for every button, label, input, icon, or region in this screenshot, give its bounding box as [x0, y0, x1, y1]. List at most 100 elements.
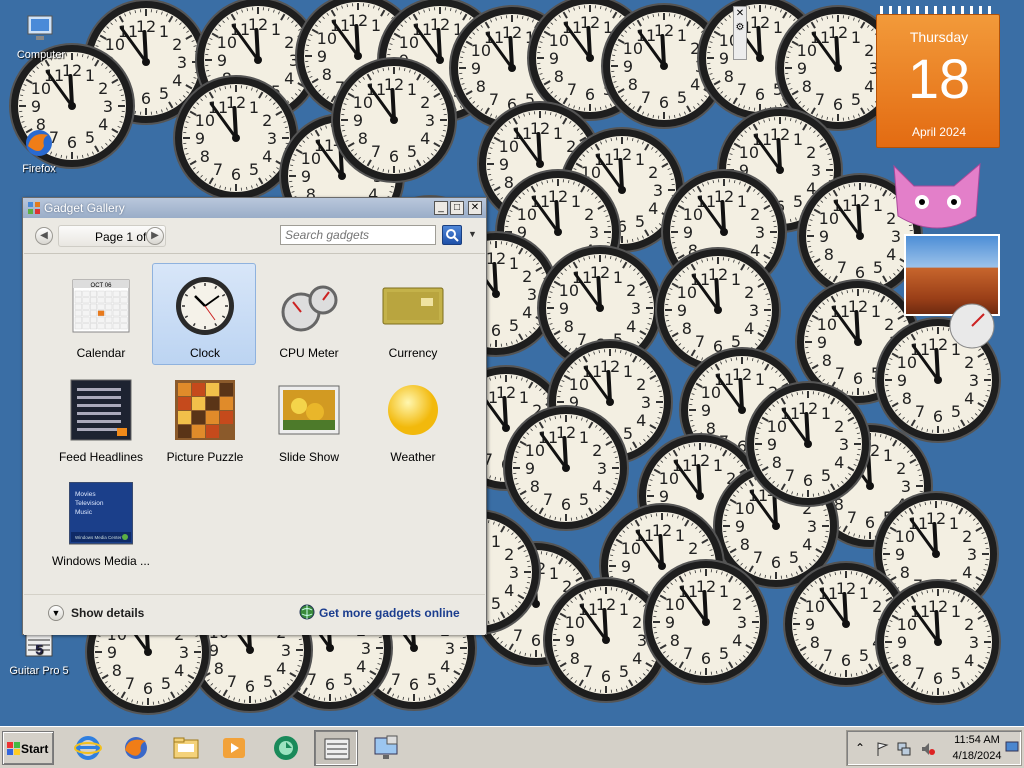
monster-gadget[interactable] [884, 156, 990, 236]
clock-gadget[interactable]: 121234567891011 [875, 579, 1001, 705]
maximize-button[interactable]: □ [450, 201, 464, 215]
svg-text:7: 7 [567, 80, 577, 99]
svg-text:7: 7 [371, 142, 381, 161]
svg-text:7: 7 [915, 664, 925, 683]
network-icon[interactable] [897, 741, 911, 757]
gadget-tile[interactable]: OCT 06 Calendar [48, 263, 152, 365]
svg-text:9: 9 [819, 227, 829, 246]
chevron-right-icon: ▶ [151, 230, 159, 241]
gadget-tile[interactable]: Clock [152, 263, 256, 365]
svg-text:1: 1 [371, 16, 381, 35]
media-caption: Windows Media Center [75, 535, 122, 540]
previous-page-button[interactable]: ◀ [35, 227, 53, 245]
taskbar-button[interactable] [212, 730, 256, 766]
svg-text:3: 3 [103, 97, 113, 116]
svg-text:4: 4 [356, 657, 366, 676]
gadget-gallery-window: Gadget Gallery _ □ ✕ Page 1 of 1 ◀ ▶ ▼ O… [22, 197, 487, 635]
computer-icon [27, 15, 53, 40]
svg-text:6: 6 [601, 667, 611, 686]
search-button[interactable] [442, 225, 462, 245]
svg-text:2: 2 [872, 597, 882, 616]
svg-text:5: 5 [509, 316, 519, 335]
calendar-gadget[interactable]: Thursday 18 April 2024 [876, 6, 1000, 148]
cpu-meter-gadget[interactable] [944, 298, 1000, 350]
gadget-tile[interactable]: Picture Puzzle [152, 367, 256, 469]
svg-text:5: 5 [35, 641, 43, 657]
svg-text:1: 1 [949, 514, 959, 533]
svg-text:2: 2 [962, 527, 972, 546]
gallery-footer: ▼ Show details Get more gadgets online [24, 594, 485, 635]
clock-gadget[interactable]: 121234567891011 [745, 381, 871, 507]
svg-text:8: 8 [628, 75, 638, 94]
svg-text:4: 4 [262, 147, 272, 166]
svg-text:9: 9 [549, 49, 559, 68]
clock-gadget[interactable]: 121234567891011 [503, 405, 629, 531]
desktop-icon-guitar-pro[interactable]: 5 Guitar Pro 5 [4, 628, 74, 677]
gadget-tile[interactable]: Feed Headlines [48, 367, 152, 469]
gadget-tile[interactable]: CPU Meter [256, 263, 360, 365]
close-icon[interactable]: ✕ [734, 7, 746, 21]
search-options-chevron-down-icon[interactable]: ▼ [468, 229, 477, 239]
svg-text:4: 4 [172, 71, 182, 90]
desktop-icon-firefox[interactable]: Firefox [4, 126, 74, 175]
search-input[interactable] [280, 225, 436, 245]
start-button[interactable]: Start [2, 731, 54, 765]
taskbar-button[interactable] [314, 730, 358, 766]
svg-text:2: 2 [262, 111, 272, 130]
show-details-button[interactable]: ▼ [48, 605, 64, 621]
svg-text:9: 9 [301, 167, 311, 186]
desktop-icon-computer[interactable]: Computer [6, 12, 76, 61]
chevron-up-icon[interactable]: ⌃ [855, 741, 869, 757]
svg-text:2: 2 [632, 613, 642, 632]
svg-text:3: 3 [281, 641, 291, 660]
gadget-name: Feed Headlines [58, 450, 144, 464]
show-details-label[interactable]: Show details [71, 606, 144, 620]
gadget-name: Slide Show [278, 450, 340, 464]
title-bar[interactable]: Gadget Gallery _ □ ✕ [23, 198, 486, 218]
wrench-icon[interactable]: ⚙ [734, 21, 746, 35]
close-button[interactable]: ✕ [468, 201, 482, 215]
svg-text:2: 2 [750, 205, 760, 224]
next-page-button[interactable]: ▶ [146, 227, 164, 245]
slide-show-icon [277, 378, 341, 442]
gadget-tile[interactable]: Weather [360, 367, 464, 469]
taskbar-button[interactable] [264, 730, 308, 766]
svg-text:6: 6 [245, 677, 255, 696]
svg-text:7: 7 [695, 332, 705, 351]
gallery-icon [28, 202, 40, 214]
system-tray: ⌃ 11:54 AM 4/18/2024 [846, 730, 1022, 766]
svg-text:4: 4 [174, 661, 184, 680]
clock-gadget[interactable]: 121234567891011 [643, 559, 769, 685]
svg-text:8: 8 [824, 245, 834, 264]
get-more-gadgets-link[interactable]: Get more gadgets online [319, 606, 460, 620]
gadget-tile[interactable]: Slide Show [256, 367, 360, 469]
volume-muted-icon[interactable] [921, 741, 935, 757]
chevron-down-icon: ▼ [51, 608, 61, 618]
svg-text:4: 4 [276, 659, 286, 678]
svg-text:7: 7 [785, 466, 795, 485]
svg-text:9: 9 [701, 401, 711, 420]
minimize-button[interactable]: _ [434, 201, 448, 215]
svg-text:5: 5 [161, 674, 171, 693]
chevron-left-icon: ◀ [40, 230, 48, 241]
taskbar-button[interactable] [364, 730, 408, 766]
svg-text:9: 9 [683, 223, 693, 242]
flag-icon[interactable] [875, 741, 889, 757]
taskbar-button[interactable] [164, 730, 208, 766]
clock-gadget[interactable]: 121234567891011 [331, 57, 457, 183]
svg-text:9: 9 [107, 643, 117, 662]
desktop: 1212345678910111212345678910111212345678… [0, 0, 1024, 726]
gadget-tile[interactable]: Currency [360, 263, 464, 365]
show-desktop-icon[interactable] [1005, 739, 1019, 755]
svg-text:9: 9 [665, 613, 675, 632]
clock-date[interactable]: 4/18/2024 [949, 750, 1005, 762]
globe-icon [299, 604, 315, 620]
svg-text:5: 5 [619, 662, 629, 681]
taskbar-button[interactable] [114, 730, 158, 766]
svg-text:1: 1 [713, 456, 723, 475]
clock-time[interactable]: 11:54 AM [951, 734, 1003, 746]
close-icon: ✕ [470, 202, 480, 213]
windows-media-center-icon: Movies Television Music Windows Media Cente… [68, 481, 134, 546]
taskbar-button[interactable] [66, 730, 110, 766]
gadget-tile[interactable]: Movies Television Music Windows Media Cente… [48, 471, 152, 573]
